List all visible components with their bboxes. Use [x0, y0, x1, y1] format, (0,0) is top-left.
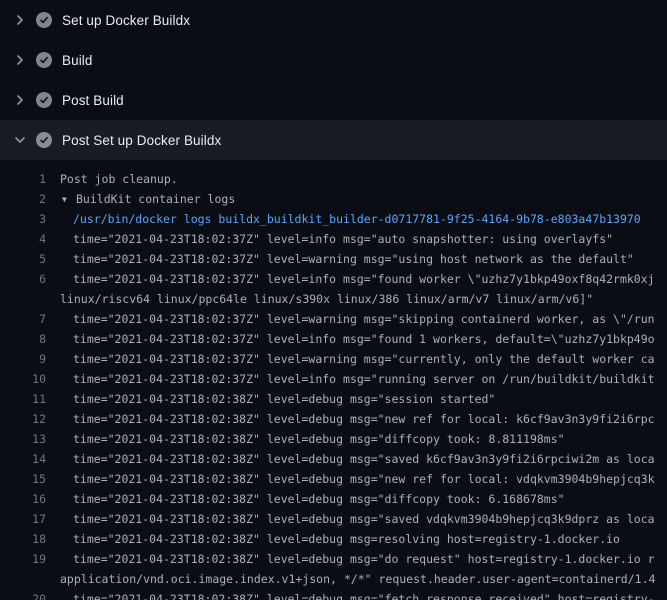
- log-row: 8 time="2021-04-23T18:02:37Z" level=info…: [0, 329, 667, 349]
- check-circle-icon: [36, 92, 52, 108]
- line-number[interactable]: 9: [0, 349, 46, 369]
- step-label: Build: [62, 53, 93, 68]
- line-number[interactable]: 18: [0, 529, 46, 549]
- line-number[interactable]: 6: [0, 269, 46, 289]
- log-line-text: time="2021-04-23T18:02:38Z" level=debug …: [60, 489, 565, 509]
- log-line-text: time="2021-04-23T18:02:37Z" level=info m…: [60, 269, 655, 289]
- log-line-text: time="2021-04-23T18:02:38Z" level=debug …: [60, 469, 655, 489]
- line-number[interactable]: 11: [0, 389, 46, 409]
- log-line-text: time="2021-04-23T18:02:38Z" level=debug …: [60, 449, 655, 469]
- log-row: 5 time="2021-04-23T18:02:37Z" level=warn…: [0, 249, 667, 269]
- log-row: 10 time="2021-04-23T18:02:37Z" level=inf…: [0, 369, 667, 389]
- line-number[interactable]: 19: [0, 549, 46, 569]
- log-row: 16 time="2021-04-23T18:02:38Z" level=deb…: [0, 489, 667, 509]
- line-number: [0, 289, 46, 309]
- step-row-set-up-docker-buildx[interactable]: Set up Docker Buildx: [0, 0, 667, 40]
- log-row: 15 time="2021-04-23T18:02:38Z" level=deb…: [0, 469, 667, 489]
- chevron-right-icon: [12, 52, 28, 68]
- step-row-post-set-up-docker-buildx[interactable]: Post Set up Docker Buildx: [0, 120, 667, 160]
- chevron-right-icon: [12, 92, 28, 108]
- line-number: [0, 569, 46, 589]
- line-number[interactable]: 2: [0, 189, 46, 209]
- actions-log-viewer: Set up Docker Buildx Build Post Build Po…: [0, 0, 667, 600]
- log-row: 13 time="2021-04-23T18:02:38Z" level=deb…: [0, 429, 667, 449]
- log-line-text: time="2021-04-23T18:02:37Z" level=warnin…: [60, 249, 634, 269]
- log-command-row: 3 /usr/bin/docker logs buildx_buildkit_b…: [0, 209, 667, 229]
- log-line-text: time="2021-04-23T18:02:38Z" level=debug …: [60, 549, 655, 569]
- log-row: 11 time="2021-04-23T18:02:38Z" level=deb…: [0, 389, 667, 409]
- log-row: 9 time="2021-04-23T18:02:37Z" level=warn…: [0, 349, 667, 369]
- line-number[interactable]: 20: [0, 589, 46, 600]
- log-line-text: time="2021-04-23T18:02:38Z" level=debug …: [60, 529, 620, 549]
- log-line-text: linux/riscv64 linux/ppc64le linux/s390x …: [60, 289, 593, 309]
- log-row: 18 time="2021-04-23T18:02:38Z" level=deb…: [0, 529, 667, 549]
- log-row: 20 time="2021-04-23T18:02:38Z" level=deb…: [0, 589, 667, 600]
- step-row-build[interactable]: Build: [0, 40, 667, 80]
- step-label: Set up Docker Buildx: [62, 13, 190, 28]
- step-label: Post Set up Docker Buildx: [62, 133, 221, 148]
- log-area: 1 Post job cleanup. 2 ▼BuildKit containe…: [0, 160, 667, 600]
- log-row: 17 time="2021-04-23T18:02:38Z" level=deb…: [0, 509, 667, 529]
- log-line-text: application/vnd.oci.image.index.v1+json,…: [60, 569, 655, 589]
- log-line-text: time="2021-04-23T18:02:38Z" level=debug …: [60, 509, 655, 529]
- line-number[interactable]: 13: [0, 429, 46, 449]
- log-line-text: time="2021-04-23T18:02:37Z" level=info m…: [60, 229, 613, 249]
- line-number[interactable]: 3: [0, 209, 46, 229]
- log-row: 4 time="2021-04-23T18:02:37Z" level=info…: [0, 229, 667, 249]
- step-row-post-build[interactable]: Post Build: [0, 80, 667, 120]
- line-number[interactable]: 17: [0, 509, 46, 529]
- log-row: application/vnd.oci.image.index.v1+json,…: [0, 569, 667, 589]
- line-number[interactable]: 14: [0, 449, 46, 469]
- line-number[interactable]: 5: [0, 249, 46, 269]
- check-circle-icon: [36, 132, 52, 148]
- line-number[interactable]: 7: [0, 309, 46, 329]
- line-number[interactable]: 16: [0, 489, 46, 509]
- line-number[interactable]: 8: [0, 329, 46, 349]
- chevron-right-icon: [12, 12, 28, 28]
- log-line-text: time="2021-04-23T18:02:38Z" level=debug …: [60, 409, 655, 429]
- log-row: 19 time="2021-04-23T18:02:38Z" level=deb…: [0, 549, 667, 569]
- log-row: 14 time="2021-04-23T18:02:38Z" level=deb…: [0, 449, 667, 469]
- log-line-text: time="2021-04-23T18:02:37Z" level=info m…: [60, 369, 655, 389]
- log-row: 12 time="2021-04-23T18:02:38Z" level=deb…: [0, 409, 667, 429]
- step-label: Post Build: [62, 93, 124, 108]
- log-line-text: time="2021-04-23T18:02:38Z" level=debug …: [60, 589, 655, 600]
- line-number[interactable]: 15: [0, 469, 46, 489]
- log-group-header-row[interactable]: 2 ▼BuildKit container logs: [0, 189, 667, 209]
- line-number[interactable]: 4: [0, 229, 46, 249]
- log-line-text: time="2021-04-23T18:02:38Z" level=debug …: [60, 429, 565, 449]
- group-collapse-triangle-icon[interactable]: ▼: [62, 190, 76, 209]
- log-line-text: Post job cleanup.: [60, 169, 178, 189]
- log-row: 6 time="2021-04-23T18:02:37Z" level=info…: [0, 269, 667, 289]
- chevron-down-icon: [12, 132, 28, 148]
- check-circle-icon: [36, 12, 52, 28]
- line-number[interactable]: 12: [0, 409, 46, 429]
- log-line-text: ▼BuildKit container logs: [60, 189, 235, 209]
- log-line-text: time="2021-04-23T18:02:38Z" level=debug …: [60, 389, 495, 409]
- log-row: 7 time="2021-04-23T18:02:37Z" level=warn…: [0, 309, 667, 329]
- log-line-text: time="2021-04-23T18:02:37Z" level=warnin…: [60, 309, 655, 329]
- log-line-text: time="2021-04-23T18:02:37Z" level=info m…: [60, 329, 655, 349]
- log-row: linux/riscv64 linux/ppc64le linux/s390x …: [0, 289, 667, 309]
- check-circle-icon: [36, 52, 52, 68]
- line-number[interactable]: 1: [0, 169, 46, 189]
- line-number[interactable]: 10: [0, 369, 46, 389]
- log-row: 1 Post job cleanup.: [0, 169, 667, 189]
- log-line-text: /usr/bin/docker logs buildx_buildkit_bui…: [60, 209, 641, 229]
- log-line-text: time="2021-04-23T18:02:37Z" level=warnin…: [60, 349, 655, 369]
